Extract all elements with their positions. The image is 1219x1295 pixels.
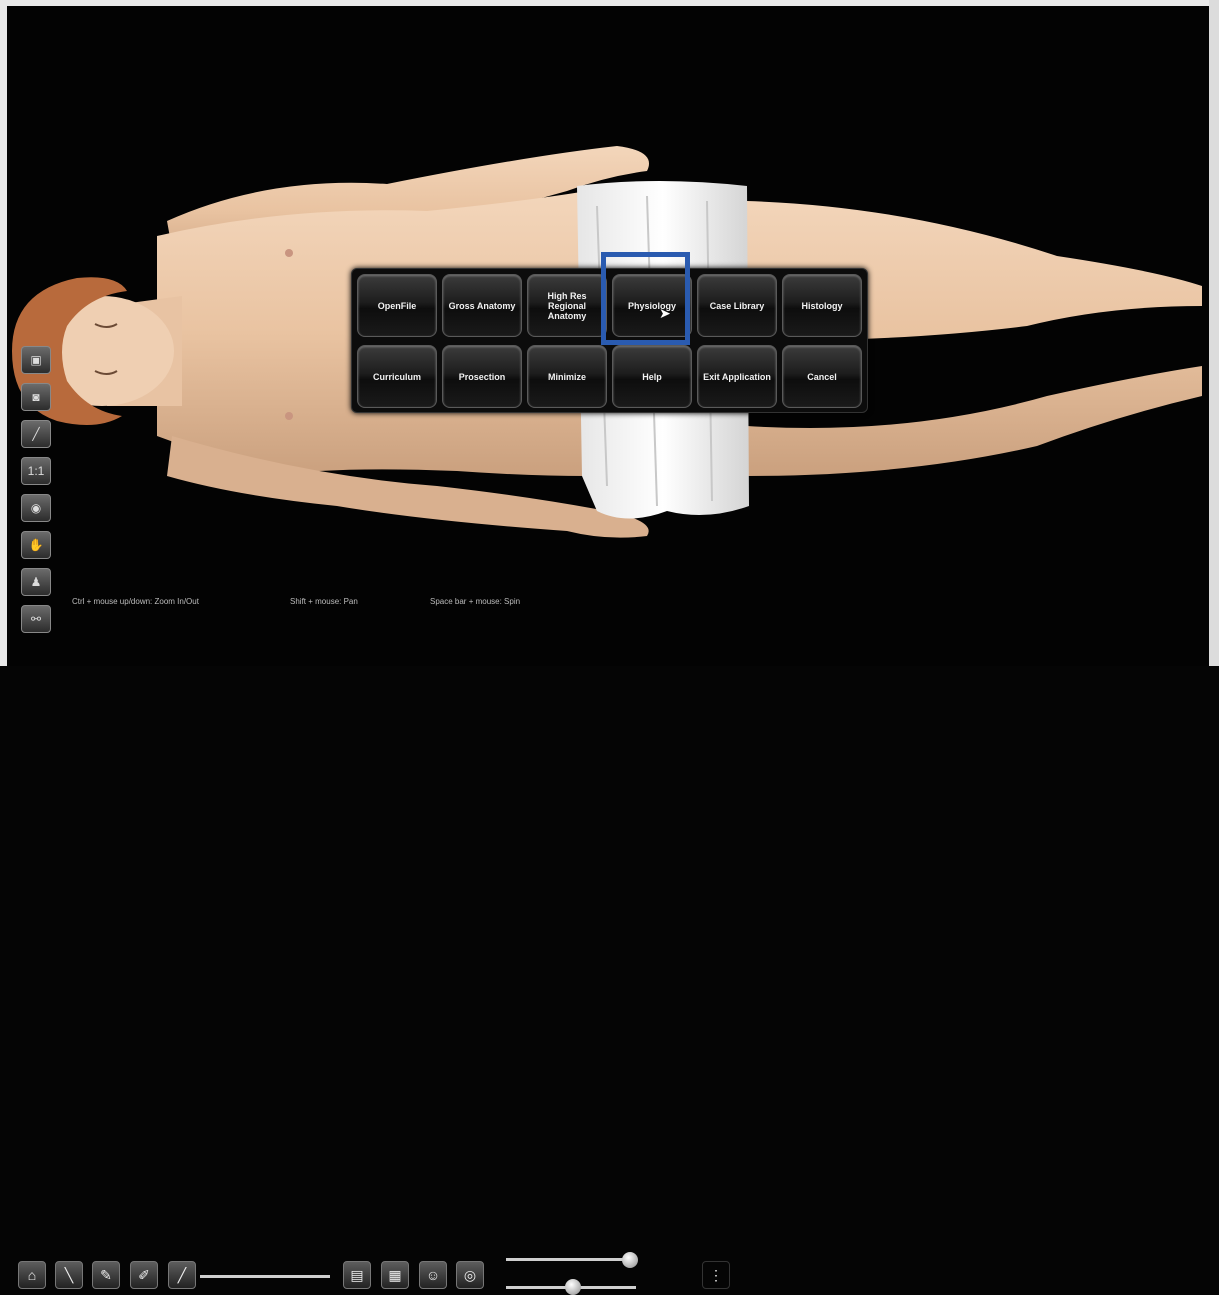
eye-icon[interactable]: ◉ — [21, 494, 51, 522]
view-icon[interactable]: ▣ — [21, 346, 51, 374]
grid-toggle-icon[interactable]: ⋮ — [702, 1261, 730, 1289]
left-toolbar: ▣ ◙ ╱ 1:1 ◉ ✋ ♟ ⚯ — [21, 346, 55, 642]
spin-hint: Space bar + mouse: Spin — [430, 597, 521, 606]
curriculum-button[interactable]: Curriculum — [357, 345, 437, 408]
open-file-button[interactable]: OpenFile — [357, 274, 437, 337]
torso-icon[interactable]: ♟ — [21, 568, 51, 596]
pan-hint: Shift + mouse: Pan — [290, 597, 358, 606]
scale-label: 1:1 — [27, 464, 45, 478]
help-button[interactable]: Help — [612, 345, 692, 408]
zoom-hint: Ctrl + mouse up/down: Zoom In/Out — [72, 597, 199, 606]
camera-icon[interactable]: ◙ — [21, 383, 51, 411]
hand-icon[interactable]: ✋ — [21, 531, 51, 559]
gross-anatomy-button[interactable]: Gross Anatomy — [442, 274, 522, 337]
person-icon[interactable]: ☺ — [419, 1261, 447, 1289]
cancel-button[interactable]: Cancel — [782, 345, 862, 408]
highlight-box — [601, 252, 690, 345]
zoom-slider-knob[interactable] — [622, 1252, 638, 1268]
slider-tool-icon[interactable]: ╱ — [168, 1261, 196, 1289]
scalpel-icon[interactable]: ╱ — [21, 420, 51, 448]
exit-application-button[interactable]: Exit Application — [697, 345, 777, 408]
marker-icon[interactable]: ✐ — [130, 1261, 158, 1289]
pen-icon[interactable]: ✎ — [92, 1261, 120, 1289]
prosection-button[interactable]: Prosection — [442, 345, 522, 408]
window-left-border — [0, 0, 7, 666]
rotate-slider-knob[interactable] — [565, 1279, 581, 1295]
mouse-cursor-icon: ➤ — [659, 305, 671, 321]
scale-icon[interactable]: 1:1 — [21, 457, 51, 485]
scalpel-icon[interactable]: ╲ — [55, 1261, 83, 1289]
eye-icon[interactable]: ◎ — [456, 1261, 484, 1289]
window-right-border — [1209, 0, 1219, 666]
minimize-button[interactable]: Minimize — [527, 345, 607, 408]
high-res-regional-anatomy-button[interactable]: High Res Regional Anatomy — [527, 274, 607, 337]
histology-button[interactable]: Histology — [782, 274, 862, 337]
folder-icon[interactable]: ▤ — [343, 1261, 371, 1289]
zoom-slider-track[interactable] — [506, 1258, 636, 1261]
bottom-toolbar: ⌂ ╲ ✎ ✐ ╱ ▤ ▦ ☺ ◎ ⋮ — [0, 626, 1219, 1295]
opacity-slider-track[interactable] — [200, 1275, 330, 1278]
case-library-button[interactable]: Case Library — [697, 274, 777, 337]
grid-icon[interactable]: ▦ — [381, 1261, 409, 1289]
home-icon[interactable]: ⌂ — [18, 1261, 46, 1289]
